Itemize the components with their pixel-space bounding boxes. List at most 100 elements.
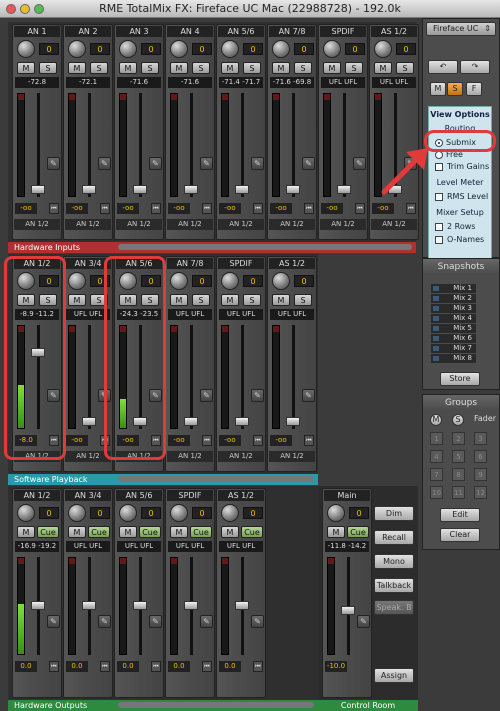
trim-button[interactable]: ⏮ [253,661,263,672]
undo-button[interactable]: ↶ [428,60,458,74]
gain-knob[interactable] [68,272,86,290]
software-playback-scrollbar[interactable] [118,476,314,482]
store-button[interactable]: Store [440,372,480,386]
volume-fader[interactable] [184,185,198,194]
group-slot[interactable]: 8 [452,468,465,481]
mute-button[interactable]: M [170,526,188,538]
group-slot[interactable]: 12 [474,486,487,499]
talkback-button[interactable]: Talkback [374,578,414,593]
volume-fader[interactable] [82,601,96,610]
groups-edit-button[interactable]: Edit [440,508,480,522]
gain-knob[interactable] [170,504,188,522]
groups-solo-button[interactable]: S [452,414,464,426]
snapshot-item[interactable]: Mix 5 [431,324,476,333]
mono-button[interactable]: Mono [374,554,414,569]
trim-button[interactable]: ⏮ [100,203,110,214]
mute-button[interactable]: M [119,526,137,538]
volume-fader[interactable] [133,185,147,194]
gain-knob[interactable] [68,504,86,522]
settings-wrench-button[interactable]: ✎ [98,615,111,628]
mute-button[interactable]: M [17,526,35,538]
settings-wrench-button[interactable]: ✎ [357,615,370,628]
solo-button[interactable]: S [39,62,57,74]
volume-fader[interactable] [31,601,45,610]
solo-button[interactable]: S [90,62,108,74]
trim-button[interactable]: ⏮ [49,661,59,672]
global-mute-button[interactable]: M [430,82,446,96]
mute-button[interactable]: M [119,62,137,74]
gain-knob[interactable] [17,40,35,58]
hardware-outputs-scrollbar[interactable] [118,702,314,708]
trim-button[interactable]: ⏮ [253,203,263,214]
mute-button[interactable]: M [374,62,392,74]
two-rows-option[interactable]: 2 Rows [435,222,475,231]
solo-button[interactable]: S [141,62,159,74]
mute-button[interactable]: M [17,62,35,74]
mute-button[interactable]: M [221,62,239,74]
snapshot-item[interactable]: Mix 2 [431,294,476,303]
rms-level-option[interactable]: RMS Level [435,192,488,201]
mute-button[interactable]: M [170,294,188,306]
group-slot[interactable]: 2 [452,432,465,445]
volume-fader[interactable] [31,185,45,194]
group-slot[interactable]: 4 [430,450,443,463]
settings-wrench-button[interactable]: ✎ [149,615,162,628]
trim-button[interactable]: ⏮ [202,435,212,446]
trim-button[interactable]: ⏮ [151,203,161,214]
groups-clear-button[interactable]: Clear [440,528,480,542]
trim-button[interactable]: ⏮ [304,435,314,446]
solo-button[interactable]: S [396,62,414,74]
trim-button[interactable]: ⏮ [49,203,59,214]
assign-button[interactable]: Assign [374,668,414,683]
gain-knob[interactable] [119,40,137,58]
close-window-button[interactable] [6,4,16,14]
gain-knob[interactable] [323,40,341,58]
solo-button[interactable]: S [294,294,312,306]
settings-wrench-button[interactable]: ✎ [200,615,213,628]
rms-level-checkbox[interactable] [435,192,443,201]
gain-knob[interactable] [221,504,239,522]
snapshot-item[interactable]: Mix 7 [431,344,476,353]
snapshot-item[interactable]: Mix 6 [431,334,476,343]
trim-button[interactable]: ⏮ [202,203,212,214]
volume-fader[interactable] [235,185,249,194]
settings-wrench-button[interactable]: ✎ [47,615,60,628]
group-slot[interactable]: 5 [452,450,465,463]
volume-fader[interactable] [82,185,96,194]
device-select[interactable]: Fireface UC ⇕ [426,22,496,36]
mute-button[interactable]: M [323,62,341,74]
group-slot[interactable]: 11 [452,486,465,499]
gain-knob[interactable] [170,40,188,58]
gain-knob[interactable] [170,272,188,290]
volume-fader[interactable] [82,417,96,426]
mute-button[interactable]: M [221,526,239,538]
recall-button[interactable]: Recall [374,530,414,545]
global-solo-button[interactable]: S [447,82,463,96]
group-slot[interactable]: 9 [474,468,487,481]
volume-fader[interactable] [337,185,351,194]
snapshot-item[interactable]: Mix 4 [431,314,476,323]
group-slot[interactable]: 7 [430,468,443,481]
mute-button[interactable]: M [170,62,188,74]
gain-knob[interactable] [68,40,86,58]
snapshot-item[interactable]: Mix 1 [431,284,476,293]
mute-button[interactable]: M [68,294,86,306]
volume-fader[interactable] [235,417,249,426]
settings-wrench-button[interactable]: ✎ [353,157,366,170]
trim-button[interactable]: ⏮ [253,435,263,446]
trim-button[interactable]: ⏮ [406,203,416,214]
trim-button[interactable]: ⏮ [202,661,212,672]
gain-knob[interactable] [17,504,35,522]
volume-fader[interactable] [184,417,198,426]
volume-fader[interactable] [133,601,147,610]
o-names-checkbox[interactable] [435,235,443,244]
global-fader-button[interactable]: F [466,82,482,96]
settings-wrench-button[interactable]: ✎ [251,389,264,402]
settings-wrench-button[interactable]: ✎ [98,157,111,170]
gain-knob[interactable] [221,272,239,290]
two-rows-checkbox[interactable] [435,222,443,231]
trim-gains-option[interactable]: Trim Gains [435,162,489,171]
cue-button[interactable]: Cue [347,526,369,538]
mute-button[interactable]: M [68,526,86,538]
trim-button[interactable]: ⏮ [151,661,161,672]
